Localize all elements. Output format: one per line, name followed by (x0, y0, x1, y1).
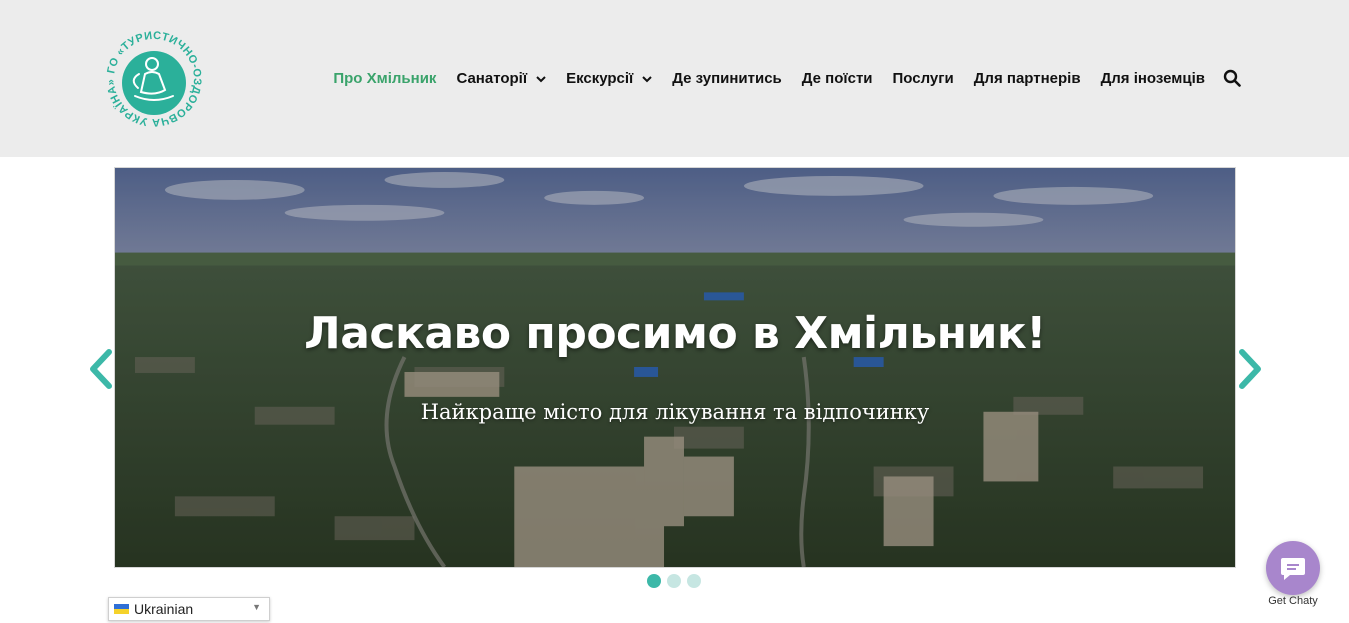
nav-label: Про Хмільник (333, 69, 437, 87)
slider-next-arrow[interactable] (1236, 348, 1264, 390)
slide-subtitle: Найкраще місто для лікування та відпочин… (420, 400, 930, 424)
nav-item-foreigners[interactable]: Для іноземців (1101, 70, 1205, 87)
slider-prev-arrow[interactable] (87, 348, 115, 390)
nav-item-partners[interactable]: Для партнерів (974, 70, 1081, 87)
chat-widget-button[interactable] (1266, 541, 1320, 595)
site-header: ГО «ТУРИСТИЧНО-ОЗДОРОВЧА УКРАЇНА» Про Хм… (0, 0, 1349, 157)
chevron-down-icon (642, 70, 652, 87)
hero-slider: Ласкаво просимо в Хмільник! Найкраще міс… (114, 167, 1236, 568)
language-label: Ukrainian (134, 601, 194, 617)
chevron-down-icon (536, 70, 546, 87)
chat-bubble-icon (1281, 558, 1305, 580)
slider-dots (647, 574, 707, 588)
nav-label: Послуги (892, 69, 954, 87)
nav-label: Для іноземців (1100, 69, 1205, 87)
dropdown-caret-icon: ▼ (252, 602, 261, 612)
slide-title: Ласкаво просимо в Хмільник! (304, 308, 1046, 359)
ukraine-flag-icon (114, 604, 129, 614)
nav-item-sanatoriums[interactable]: Санаторії (456, 70, 546, 87)
slider-dot[interactable] (687, 574, 701, 588)
nav-item-services[interactable]: Послуги (893, 70, 954, 87)
nav-label: Для партнерів (973, 69, 1081, 87)
chat-widget-label: Get Chaty (1268, 595, 1318, 607)
slider-dot[interactable] (647, 574, 661, 588)
nav-label: Санаторії (456, 69, 528, 87)
nav-label: Де зупинитись (672, 69, 782, 87)
search-icon[interactable] (1223, 69, 1241, 87)
nav-item-about[interactable]: Про Хмільник (333, 70, 436, 87)
nav-label: Де поїсти (801, 69, 873, 87)
main-nav: Про Хмільник Санаторії Екскурсії Де зупи… (313, 62, 1241, 94)
nav-item-where-to-eat[interactable]: Де поїсти (802, 70, 873, 87)
nav-label: Екскурсії (566, 69, 634, 87)
language-select[interactable]: Ukrainian ▼ (108, 597, 270, 621)
site-logo[interactable]: ГО «ТУРИСТИЧНО-ОЗДОРОВЧА УКРАЇНА» (105, 30, 203, 128)
slider-dot[interactable] (667, 574, 681, 588)
nav-item-excursions[interactable]: Екскурсії (566, 70, 652, 87)
nav-item-where-to-stay[interactable]: Де зупинитись (672, 70, 782, 87)
slide-image (115, 168, 1235, 567)
